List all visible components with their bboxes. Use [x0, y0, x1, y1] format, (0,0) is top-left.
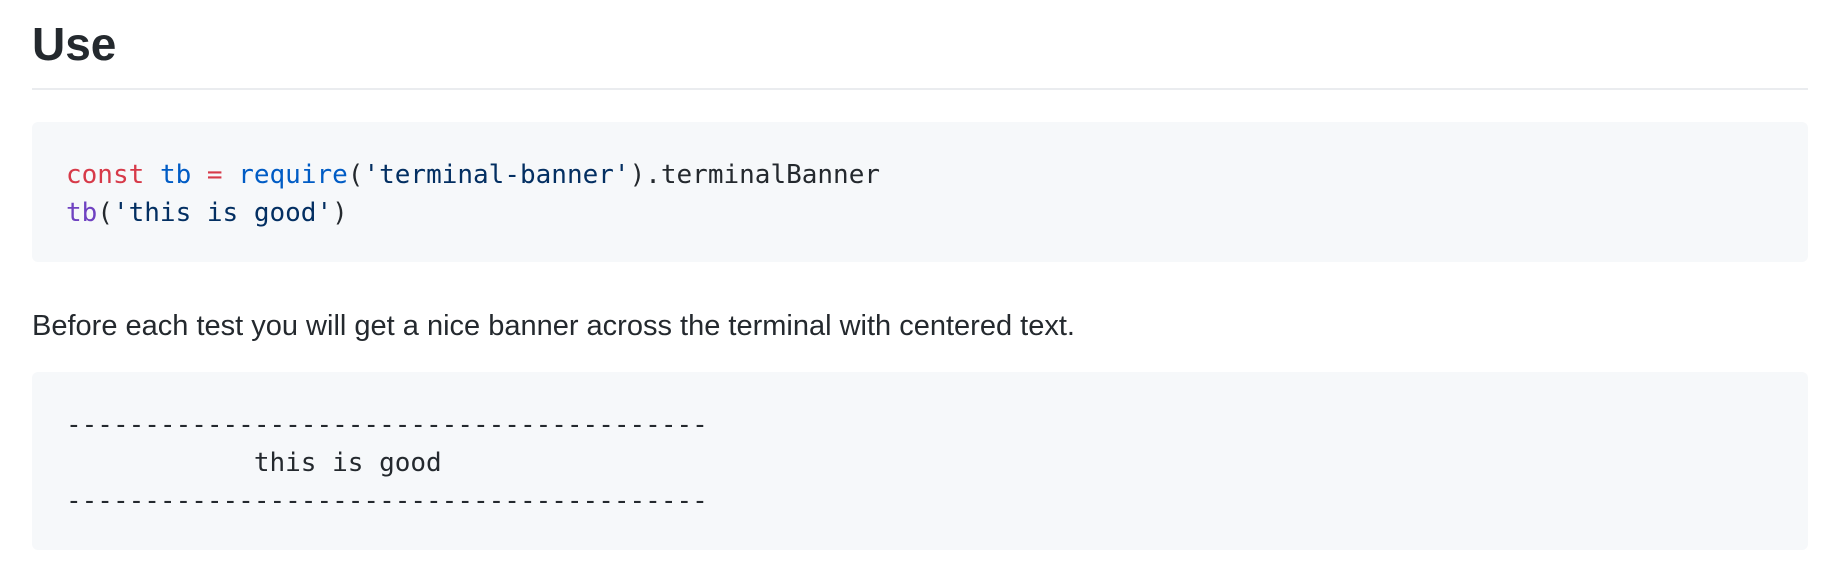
code-line-2: tb('this is good'): [66, 194, 1774, 232]
code-line-1: const tb = require('terminal-banner').te…: [66, 156, 1774, 194]
readme-section: Use const tb = require('terminal-banner'…: [32, 0, 1808, 550]
output-line-top-border: ----------------------------------------…: [66, 410, 708, 440]
code-function-call: tb: [66, 198, 98, 228]
code-paren-open: (: [347, 160, 364, 190]
code-string-arg: 'this is good': [112, 198, 333, 228]
description-paragraph: Before each test you will get a nice ban…: [32, 310, 1075, 342]
code-string-module: 'terminal-banner': [363, 160, 630, 190]
code-member-access: ).terminalBanner: [629, 160, 881, 190]
code-function-require: require: [238, 160, 348, 190]
output-line-bottom-border: ----------------------------------------…: [66, 486, 708, 516]
code-paren-close: ): [332, 198, 348, 228]
code-example-block: const tb = require('terminal-banner').te…: [32, 122, 1808, 262]
code-operator: =: [206, 160, 223, 190]
output-line-text: this is good: [66, 448, 442, 478]
code-keyword: const: [66, 160, 145, 190]
section-heading: Use: [32, 0, 1808, 90]
code-paren-open: (: [97, 198, 113, 228]
code-variable: tb: [159, 160, 192, 190]
output-example-block: ----------------------------------------…: [32, 372, 1808, 550]
